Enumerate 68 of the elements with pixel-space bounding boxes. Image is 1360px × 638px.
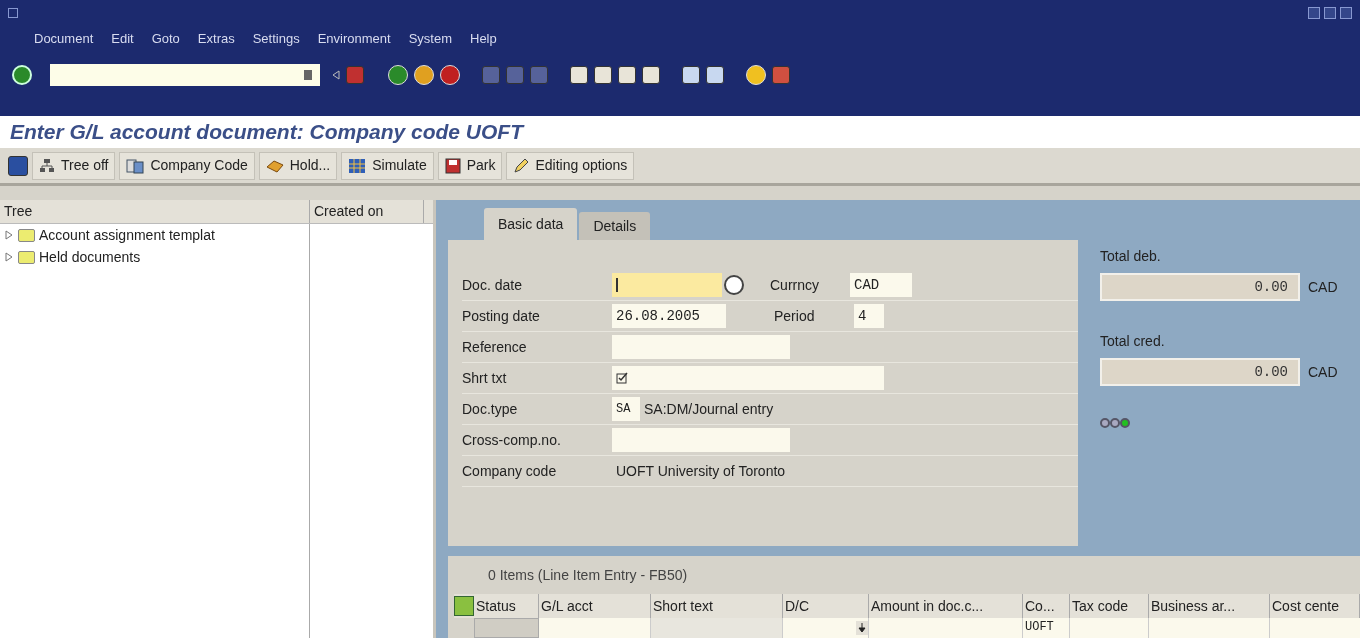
document-icon	[126, 157, 145, 174]
tab[interactable]: Details	[579, 212, 651, 240]
field-label: Doc. date	[462, 275, 523, 295]
table-cell[interactable]	[651, 618, 783, 638]
table-title: 0 Items (Line Item Entry - FB50)	[488, 565, 688, 585]
total-label: Total cred.	[1100, 332, 1166, 351]
table-cell[interactable]	[1070, 618, 1149, 638]
field-label: Doc.type	[462, 399, 519, 419]
company-code-value: UOFT University of Toronto	[615, 461, 786, 481]
currency-label: CAD	[1308, 362, 1338, 382]
field-label: Cross-comp.no.	[462, 430, 562, 450]
reference-field[interactable]	[612, 335, 790, 359]
field-label: Company code	[462, 461, 558, 481]
field-label: Reference	[462, 337, 528, 357]
menu-item[interactable]: Document	[34, 29, 94, 49]
menu-item[interactable]: Environment	[317, 29, 391, 49]
table-cell[interactable]: UOFT	[1023, 618, 1070, 638]
menu-item[interactable]: Edit	[111, 29, 134, 49]
toolbar-button[interactable]: Park	[437, 151, 503, 180]
menu-item[interactable]: Goto	[151, 29, 180, 49]
toolbar-button[interactable]: Company Code	[119, 151, 255, 180]
toolbar-button[interactable]: Editing options	[506, 151, 635, 180]
tab[interactable]: Basic data	[484, 208, 578, 240]
field-label: Shrt txt	[462, 368, 508, 388]
expand-icon[interactable]	[4, 252, 14, 262]
checkbox-icon[interactable]	[616, 372, 628, 384]
tree-item[interactable]: Held documents	[39, 246, 141, 268]
doc-type-description: SA:DM/Journal entry	[644, 399, 774, 419]
table-cell[interactable]	[869, 618, 1023, 638]
currency-field[interactable]: CAD	[850, 273, 912, 297]
field-label: Period	[774, 306, 816, 326]
date-field[interactable]: 26.08.2005	[612, 304, 726, 328]
tree-item[interactable]: Account assignment templat	[39, 224, 215, 246]
menu-item[interactable]: Help	[470, 29, 497, 49]
total-field: 0.00	[1100, 358, 1300, 386]
command-field[interactable]	[50, 64, 320, 86]
toolbar-button[interactable]: Hold...	[258, 151, 338, 180]
date-field[interactable]	[612, 273, 722, 297]
column-header[interactable]: Tree	[0, 200, 310, 223]
hierarchy-icon	[39, 157, 55, 174]
currency-label: CAD	[1308, 277, 1338, 297]
doc-type-field[interactable]: SA	[612, 397, 640, 421]
grid-icon	[348, 157, 367, 174]
back-arrow-icon[interactable]	[332, 70, 340, 80]
cross-company-field[interactable]	[612, 428, 790, 452]
table-cell[interactable]	[539, 618, 651, 638]
folder-icon	[18, 250, 35, 264]
table-cell[interactable]	[1270, 618, 1360, 638]
pencil-icon	[513, 157, 530, 174]
table-cell[interactable]	[783, 618, 869, 638]
status-cell[interactable]	[474, 618, 539, 638]
short-text-field[interactable]	[612, 366, 884, 390]
field-label: Posting date	[462, 306, 541, 326]
screen-title: Enter G/L account document: Company code UOFT	[10, 119, 523, 146]
folder-icon	[18, 228, 35, 242]
select-all-icon[interactable]	[454, 596, 474, 616]
menu-item[interactable]: Settings	[252, 29, 300, 49]
field-label: Currncy	[770, 275, 820, 295]
toolbar-button[interactable]: Simulate	[341, 151, 434, 180]
toolbar-button[interactable]: Tree off	[32, 151, 116, 180]
menu-item[interactable]: Extras	[197, 29, 235, 49]
expand-icon[interactable]	[4, 230, 14, 240]
table-cell[interactable]	[1149, 618, 1270, 638]
column-header[interactable]: Created on	[310, 200, 424, 223]
period-field[interactable]: 4	[854, 304, 884, 328]
total-label: Total deb.	[1100, 247, 1162, 266]
total-field: 0.00	[1100, 273, 1300, 301]
menu-item[interactable]: System	[408, 29, 452, 49]
